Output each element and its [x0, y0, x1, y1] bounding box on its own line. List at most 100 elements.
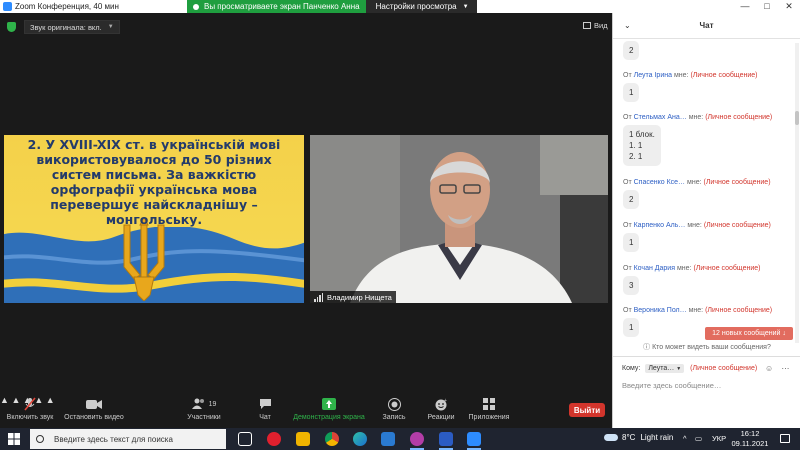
record-button[interactable]: Запись: [378, 397, 410, 421]
to-label: Кому:: [622, 365, 641, 372]
sender-name[interactable]: Стельмах Ана…: [634, 114, 687, 121]
scrollbar-thumb[interactable]: [795, 111, 799, 125]
message-header: От Спасенко Ксе… мне: (Личное сообщение): [623, 179, 771, 186]
recipient-row: Кому: Леута… ▼ (Личное сообщение): [622, 364, 757, 373]
meeting-area: Звук оригинала: вкл. ▼ Вид 2. У XVIII-XI…: [0, 13, 612, 395]
windows-taskbar: Введите здесь текст для поиска 8°C Light…: [0, 428, 800, 450]
recipient-select[interactable]: Леута… ▼: [645, 364, 685, 373]
task-view-icon[interactable]: [238, 432, 252, 446]
clock-date: 09.11.2021: [731, 439, 769, 448]
new-messages-button[interactable]: 12 новых сообщений ↓: [705, 327, 793, 340]
message-bubble: 1: [623, 83, 640, 102]
view-settings-button[interactable]: Настройки просмотра ▼: [365, 0, 477, 13]
sender-name[interactable]: Карпенко Аль…: [634, 222, 686, 229]
chevron-down-icon[interactable]: ⌄: [624, 21, 631, 30]
sender-name[interactable]: Вероника Пол…: [634, 307, 687, 314]
chat-panel: ⌄ Чат 2 От Леута Ірина мне: (Личное сооб…: [612, 13, 800, 428]
window-titlebar: Zoom Конференция, 40 мин Вы просматривае…: [0, 0, 800, 13]
speaker-name-tag: Владимир Нищета: [310, 291, 396, 303]
grid-view-icon: [583, 22, 591, 29]
share-screen-button[interactable]: Демонстрация экрана: [292, 397, 366, 421]
chat-title: Чат: [699, 21, 714, 30]
network-icon[interactable]: ▭: [695, 434, 702, 443]
speaker-video-tile[interactable]: Владимир Нищета: [310, 135, 608, 303]
sender-name[interactable]: Спасенко Ксе…: [634, 179, 685, 186]
ukraine-trident-emblem: [123, 217, 165, 301]
chevron-down-icon: ▼: [676, 366, 682, 372]
emoji-icon[interactable]: ☺: [765, 364, 773, 373]
taskbar-search-placeholder: Введите здесь текст для поиска: [54, 434, 173, 444]
language-indicator[interactable]: УКР: [712, 434, 726, 443]
taskbar-clock[interactable]: 16:12 09.11.2021: [730, 429, 770, 449]
message-header: От Леута Ірина мне: (Личное сообщение): [623, 72, 758, 79]
unmute-button[interactable]: Включить звук: [4, 397, 56, 421]
viber-icon[interactable]: [410, 432, 424, 450]
participants-button[interactable]: 19 Участники: [183, 397, 225, 421]
search-icon: [36, 435, 44, 443]
apps-button[interactable]: Приложения: [466, 397, 512, 421]
reactions-label: Реакции: [427, 414, 455, 421]
view-button[interactable]: Вид: [583, 21, 608, 30]
unmute-label: Включить звук: [6, 414, 54, 421]
leave-meeting-button[interactable]: Выйти: [569, 403, 605, 417]
close-button[interactable]: ✕: [778, 0, 800, 13]
chat-message: От Карпенко Аль… мне: (Личное сообщение)…: [623, 222, 793, 252]
temperature: 8°C: [622, 433, 636, 442]
original-sound-button[interactable]: Звук оригинала: вкл. ▼: [24, 20, 120, 34]
signal-strength-icon: [314, 292, 323, 302]
share-screen-icon: [322, 398, 336, 410]
reactions-button[interactable]: + Реакции: [424, 397, 458, 422]
notifications-icon[interactable]: [780, 434, 790, 443]
store-icon[interactable]: [381, 432, 395, 446]
slide-text: 2. У XVIII-XIX ст. в українській мові ви…: [27, 137, 281, 227]
screen-share-bar: Вы просматриваете экран Панченко Анна На…: [187, 0, 477, 13]
record-icon: [387, 397, 401, 411]
more-icon[interactable]: ⋯: [781, 364, 789, 373]
chat-message-list[interactable]: 2 От Леута Ірина мне: (Личное сообщение)…: [613, 40, 800, 348]
participants-label: Участники: [187, 414, 221, 421]
stop-video-button[interactable]: Остановить видео: [62, 397, 126, 421]
chat-scrollbar[interactable]: [795, 43, 799, 343]
window-title: Zoom Конференция, 40 мин: [15, 2, 119, 11]
zoom-taskbar-icon[interactable]: [467, 432, 481, 450]
chat-message: От Кочан Дария мне: (Личное сообщение) 3: [623, 265, 793, 295]
chat-message: От Леута Ірина мне: (Личное сообщение) 1: [623, 72, 793, 102]
weather-widget[interactable]: 8°C Light rain: [604, 433, 673, 442]
chat-message: 2: [623, 40, 793, 60]
apps-label: Приложения: [468, 414, 510, 421]
edge-icon[interactable]: [353, 432, 367, 446]
private-tag: (Личное сообщение): [705, 114, 773, 121]
opera-icon[interactable]: [267, 432, 281, 446]
record-label: Запись: [382, 414, 406, 421]
minimize-button[interactable]: —: [734, 0, 756, 13]
share-screen-label: Демонстрация экрана: [293, 414, 365, 421]
windows-start-icon[interactable]: [8, 433, 20, 445]
who-can-see-link[interactable]: ⓘ Кто может видеть ваши сообщения?: [613, 342, 800, 352]
taskbar-search-box[interactable]: Введите здесь текст для поиска: [30, 429, 226, 449]
security-shield-icon[interactable]: [7, 22, 16, 32]
chat-button[interactable]: Чат: [253, 397, 277, 421]
message-bubble: 1: [623, 318, 640, 337]
message-header: От Кочан Дария мне: (Личное сообщение): [623, 265, 761, 272]
private-tag: (Личное сообщение): [693, 265, 761, 272]
sender-name[interactable]: Кочан Дария: [634, 265, 675, 272]
chat-header: ⌄ Чат: [613, 13, 800, 39]
chevron-down-icon: ▼: [462, 3, 469, 10]
chat-message-input[interactable]: Введите здесь сообщение…: [622, 381, 721, 390]
info-icon: ⓘ: [643, 344, 651, 351]
speaker-name: Владимир Нищета: [327, 292, 392, 302]
maximize-button[interactable]: □: [756, 0, 778, 13]
share-notice-text: Вы просматриваете экран Панченко Анна: [204, 2, 360, 11]
stop-video-label: Остановить видео: [64, 414, 124, 421]
cloud-rain-icon: [604, 434, 618, 441]
word-icon[interactable]: [439, 432, 453, 450]
chat-message: От Спасенко Ксе… мне: (Личное сообщение)…: [623, 179, 793, 209]
compose-icons: ☺ ⋯: [765, 364, 789, 373]
share-dot-icon: [193, 3, 199, 10]
chrome-icon[interactable]: [325, 432, 339, 446]
message-bubble: 1 блок. 1. 1 2. 1: [623, 125, 661, 166]
chat-compose-area: Кому: Леута… ▼ (Личное сообщение) ☺ ⋯ Вв…: [613, 356, 800, 428]
file-explorer-icon[interactable]: [296, 432, 310, 446]
sender-name[interactable]: Леута Ірина: [634, 72, 672, 79]
tray-chevron-up-icon[interactable]: ^: [683, 434, 687, 443]
